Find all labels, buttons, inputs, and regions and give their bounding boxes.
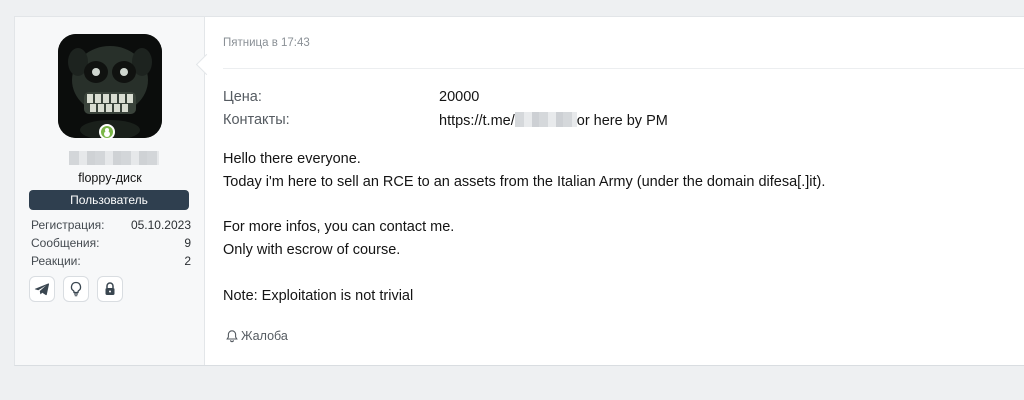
security-badge[interactable] (97, 276, 123, 302)
stat-row-messages: Сообщения: 9 (31, 234, 191, 252)
post-body-line: For more infos, you can contact me. (223, 219, 455, 235)
report-label[interactable]: Жалоба (241, 329, 288, 343)
contacts-label: Контакты: (223, 112, 290, 128)
post-body-line: Note: Exploitation is not trivial (223, 288, 414, 304)
lock-icon (105, 282, 115, 295)
post-header-divider (223, 68, 1024, 69)
author-badges (29, 276, 123, 302)
contacts-suffix: or here by PM (576, 113, 668, 129)
contacts-link-prefix[interactable]: https://t.me/ (439, 113, 515, 129)
contacts-value[interactable]: https://t.me/or here by PM (439, 112, 668, 129)
bell-icon (226, 330, 238, 343)
stat-value: 9 (184, 236, 191, 250)
telegram-badge[interactable] (29, 276, 55, 302)
report-button[interactable]: Жалоба (225, 329, 288, 343)
stat-value: 2 (184, 254, 191, 268)
redacted-contact-handle (514, 112, 577, 127)
online-indicator-icon (99, 124, 115, 140)
post-body-line: Only with escrow of course. (223, 242, 401, 258)
author-avatar[interactable] (58, 34, 162, 138)
author-stats: Регистрация: 05.10.2023 Сообщения: 9 Реа… (31, 216, 191, 270)
price-label: Цена: (223, 89, 262, 105)
stat-label: Регистрация: (31, 218, 105, 232)
post-body-line: Hello there everyone. (223, 151, 361, 167)
post-body-line: Today i'm here to sell an RCE to an asse… (223, 174, 826, 190)
stat-value: 05.10.2023 (130, 218, 191, 232)
author-sidebar: floppy-диск Пользователь Регистрация: 05… (15, 17, 205, 365)
price-value: 20000 (439, 89, 480, 105)
stat-label: Реакции: (31, 254, 81, 268)
author-role-badge: Пользователь (29, 190, 189, 210)
author-username[interactable]: floppy-диск (15, 171, 205, 185)
stat-row-reactions: Реакции: 2 (31, 252, 191, 270)
redacted-username (69, 151, 159, 165)
stat-label: Сообщения: (31, 236, 100, 250)
animatronic-avatar-image (58, 34, 162, 138)
post-card: floppy-диск Пользователь Регистрация: 05… (14, 16, 1024, 366)
telegram-icon (34, 283, 50, 296)
stat-row-registration: Регистрация: 05.10.2023 (31, 216, 191, 234)
post-timestamp[interactable]: Пятница в 17:43 (223, 37, 310, 49)
lightbulb-icon (70, 281, 82, 297)
idea-badge[interactable] (63, 276, 89, 302)
post-content: Пятница в 17:43 Цена: 20000 Контакты: ht… (223, 17, 1024, 365)
